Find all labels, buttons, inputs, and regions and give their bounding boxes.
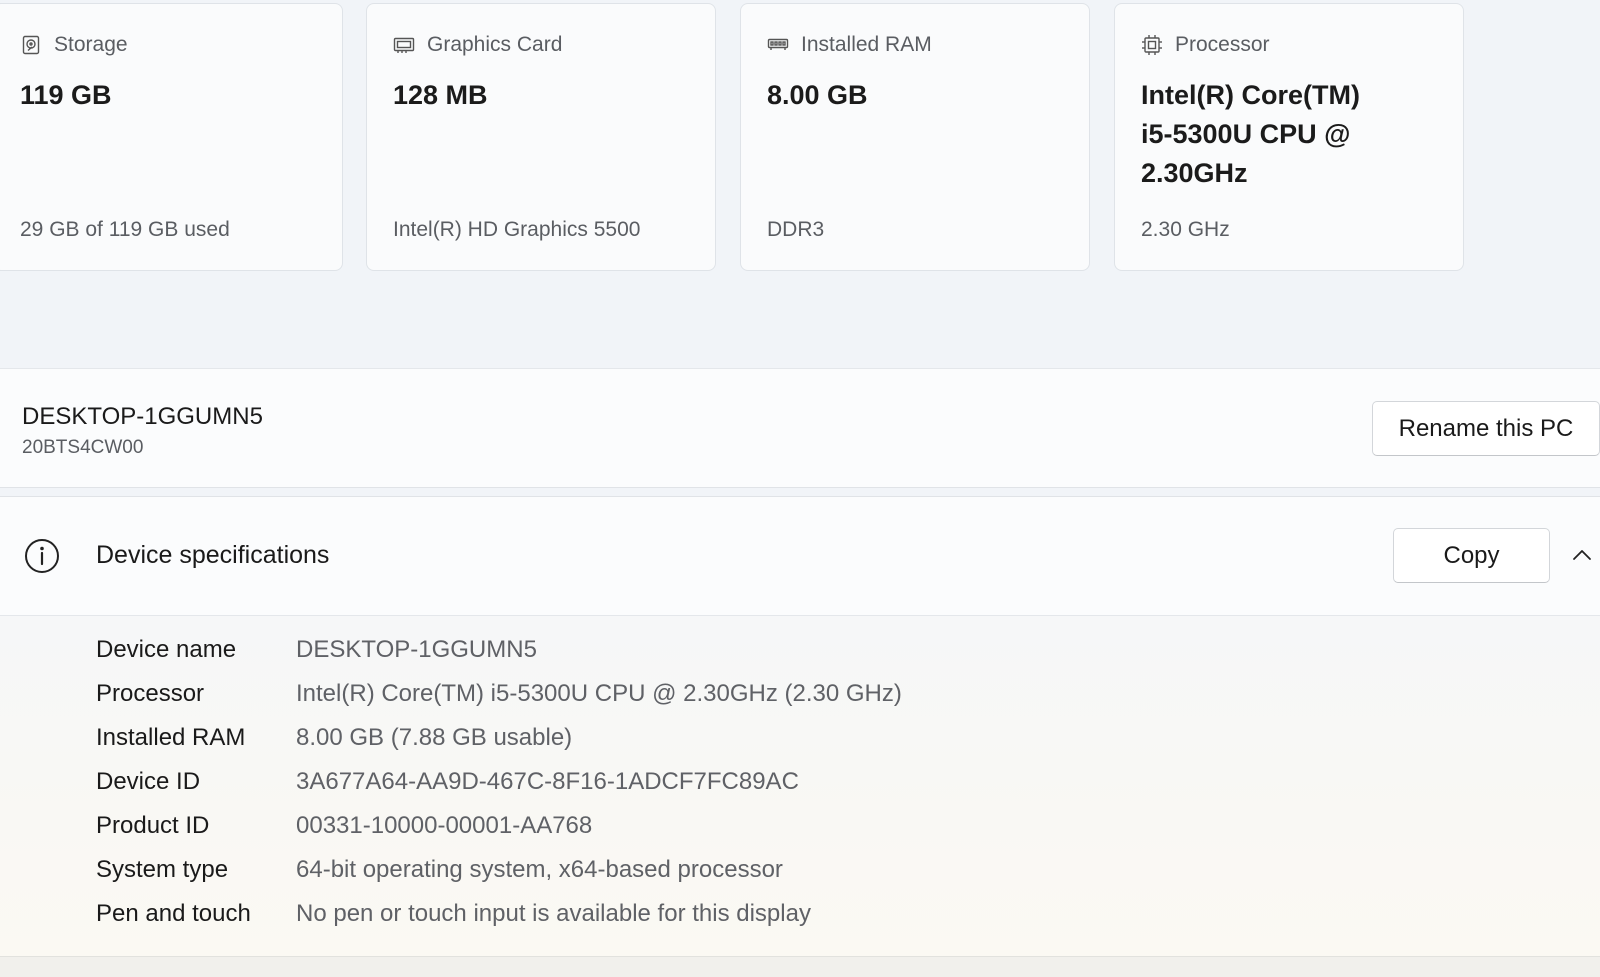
graphics-card-header: Graphics Card: [393, 30, 562, 60]
pc-model: 20BTS4CW00: [22, 437, 144, 458]
spec-value: 3A677A64-AA9D-467C-8F16-1ADCF7FC89AC: [296, 768, 799, 795]
processor-card-speed: 2.30 GHz: [1141, 218, 1230, 241]
installed-ram-title: Installed RAM: [801, 33, 932, 56]
copy-button[interactable]: Copy: [1393, 528, 1550, 583]
storage-card-title: Storage: [54, 33, 128, 56]
pc-name: DESKTOP-1GGUMN5: [22, 403, 263, 430]
hardware-summary-cards: Storage 119 GB 29 GB of 119 GB used Grap…: [0, 3, 1600, 273]
graphics-card-title: Graphics Card: [427, 33, 563, 56]
installed-ram-value: 8.00 GB: [767, 80, 868, 110]
installed-ram-type: DDR3: [767, 218, 825, 241]
info-icon: [25, 539, 59, 573]
spec-value: 64-bit operating system, x64-based proce…: [296, 856, 783, 883]
processor-card-title: Processor: [1175, 33, 1270, 56]
device-specifications-list: Device name DESKTOP-1GGUMN5 Processor In…: [0, 616, 1600, 956]
spec-value: 00331-10000-00001-AA768: [296, 812, 593, 839]
spec-row-pen-and-touch: Pen and touch No pen or touch input is a…: [96, 896, 811, 932]
spec-row-device-id: Device ID 3A677A64-AA9D-467C-8F16-1ADCF7…: [96, 764, 799, 800]
ram-icon: [767, 34, 789, 56]
storage-card-usage: 29 GB of 119 GB used: [20, 218, 230, 241]
graphics-card-model: Intel(R) HD Graphics 5500: [393, 218, 641, 241]
spec-row-system-type: System type 64-bit operating system, x64…: [96, 852, 783, 888]
spec-row-installed-ram: Installed RAM 8.00 GB (7.88 GB usable): [96, 720, 572, 756]
chevron-up-icon[interactable]: [1570, 543, 1594, 567]
spec-label: Device name: [96, 636, 237, 663]
spec-row-product-id: Product ID 00331-10000-00001-AA768: [96, 808, 592, 844]
processor-card[interactable]: Processor Intel(R) Core(TM) i5-5300U CPU…: [1114, 3, 1464, 271]
spec-label: Installed RAM: [96, 724, 246, 751]
spec-label: Product ID: [96, 812, 210, 839]
spec-label: Processor: [96, 680, 205, 707]
processor-chip-icon: [1141, 34, 1163, 56]
processor-card-header: Processor: [1141, 30, 1270, 60]
rename-pc-button[interactable]: Rename this PC: [1372, 401, 1600, 456]
graphics-card-card[interactable]: Graphics Card 128 MB Intel(R) HD Graphic…: [366, 3, 716, 271]
spec-value: Intel(R) Core(TM) i5-5300U CPU @ 2.30GHz…: [296, 680, 902, 707]
spec-label: System type: [96, 856, 229, 883]
pc-name-section: DESKTOP-1GGUMN5 20BTS4CW00 Rename this P…: [0, 368, 1600, 488]
next-section-edge: [0, 956, 1600, 977]
graphics-card-value: 128 MB: [393, 80, 488, 110]
device-specifications-title: Device specifications: [96, 541, 330, 569]
spec-row-processor: Processor Intel(R) Core(TM) i5-5300U CPU…: [96, 676, 902, 712]
installed-ram-header: Installed RAM: [767, 30, 932, 60]
spec-label: Pen and touch: [96, 900, 251, 927]
spec-value: DESKTOP-1GGUMN5: [296, 636, 537, 663]
spec-label: Device ID: [96, 768, 201, 795]
processor-card-value: Intel(R) Core(TM) i5-5300U CPU @ 2.30GHz: [1141, 80, 1360, 188]
storage-card-header: Storage: [20, 30, 128, 60]
installed-ram-card[interactable]: Installed RAM 8.00 GB DDR3: [740, 3, 1090, 271]
storage-card-value: 119 GB: [20, 80, 112, 110]
spec-value: 8.00 GB (7.88 GB usable): [296, 724, 573, 751]
device-specifications-header[interactable]: Device specifications Copy: [0, 496, 1600, 616]
spec-row-device-name: Device name DESKTOP-1GGUMN5: [96, 632, 537, 668]
spec-value: No pen or touch input is available for t…: [296, 900, 811, 927]
graphics-card-icon: [393, 34, 415, 56]
storage-drive-icon: [20, 34, 42, 56]
storage-card[interactable]: Storage 119 GB 29 GB of 119 GB used: [0, 3, 343, 271]
